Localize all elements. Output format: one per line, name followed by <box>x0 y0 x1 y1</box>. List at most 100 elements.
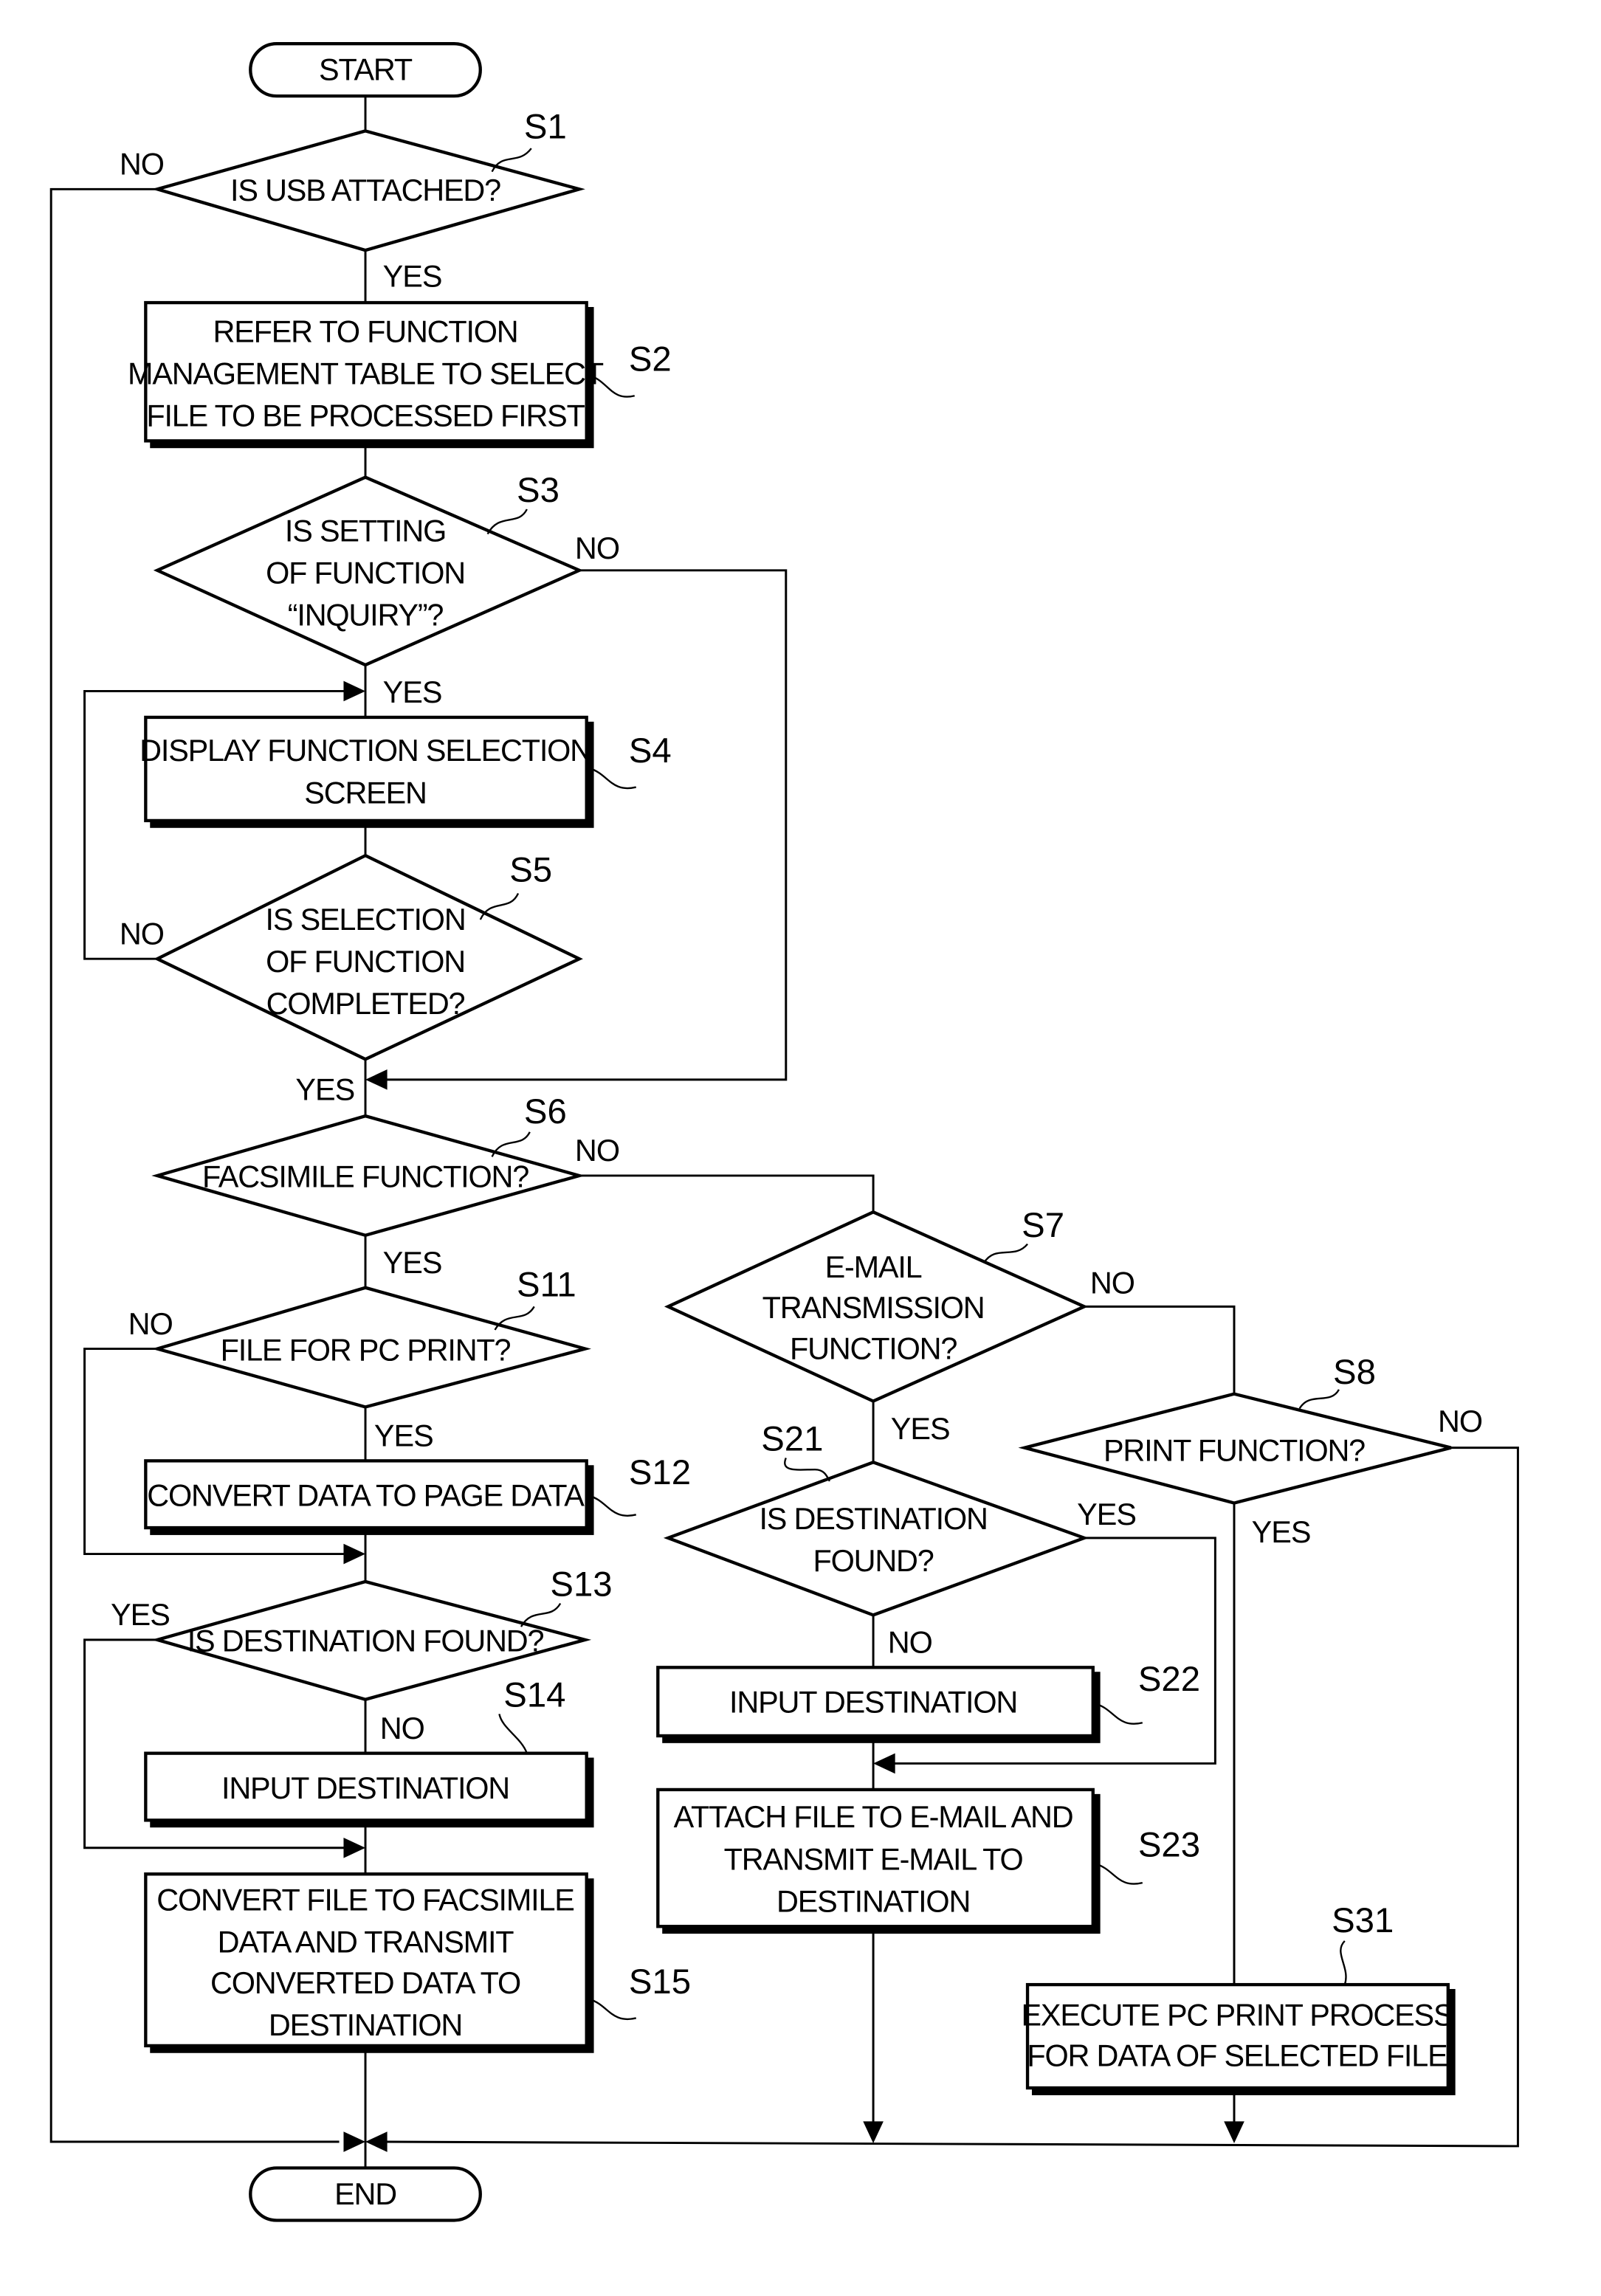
decision-text: TRANSMISSION <box>762 1291 985 1325</box>
decision-text: IS DESTINATION <box>759 1502 987 1536</box>
step-s31: EXECUTE PC PRINT PROCESS FOR DATA OF SEL… <box>1021 1982 1456 2095</box>
process-text: FOR DATA OF SELECTED FILE <box>1027 2039 1447 2073</box>
process-text: DESTINATION <box>777 1885 970 1919</box>
leader-line <box>1095 1863 1143 1885</box>
step-id-s5: S5 <box>509 851 552 890</box>
process-text: DATA AND TRANSMIT <box>218 1926 514 1959</box>
step-s4: DISPLAY FUNCTION SELECTION SCREEN <box>140 715 594 828</box>
step-id-s14: S14 <box>503 1676 565 1715</box>
step-s8: PRINT FUNCTION? <box>1018 1392 1452 1505</box>
process-text: SCREEN <box>304 776 426 810</box>
process-text: CONVERT FILE TO FACSIMILE <box>156 1883 574 1917</box>
branch-label-no: NO <box>575 531 619 565</box>
step-id-s3: S3 <box>517 471 560 510</box>
branch-label-no: NO <box>120 917 164 951</box>
step-id-s2: S2 <box>629 340 672 379</box>
leader-line <box>486 509 528 535</box>
step-id-s7: S7 <box>1022 1206 1064 1245</box>
process-text: ATTACH FILE TO E-MAIL AND <box>674 1800 1073 1834</box>
leader-line <box>498 1714 528 1754</box>
step-s21: IS DESTINATION FOUND? <box>663 1461 1089 1617</box>
end-terminal: END <box>249 2166 482 2222</box>
arrowhead <box>343 680 366 702</box>
decision-text: IS DESTINATION FOUND? <box>187 1624 544 1658</box>
branch-label-yes: YES <box>1252 1515 1311 1549</box>
branch-label-yes: YES <box>374 1419 433 1453</box>
step-s15: CONVERT FILE TO FACSIMILE DATA AND TRANS… <box>144 1872 594 2053</box>
step-s6: FACSIMILE FUNCTION? <box>151 1114 585 1238</box>
leader-line <box>589 1495 636 1517</box>
leader-line <box>1095 1703 1143 1725</box>
arrowhead <box>343 1837 366 1858</box>
step-s1: IS USB ATTACHED? <box>151 129 585 252</box>
flowchart: START END IS USB ATTACHED? IS SETTING OF… <box>49 41 1519 2222</box>
process-text: MANAGEMENT TABLE TO SELECT <box>128 356 604 390</box>
decision-text: E-MAIL <box>825 1250 922 1284</box>
step-id-s15: S15 <box>629 1962 691 2002</box>
leader-line <box>1298 1389 1340 1410</box>
step-s23: ATTACH FILE TO E-MAIL AND TRANSMIT E-MAI… <box>656 1787 1101 1934</box>
process-text: TRANSMIT E-MAIL TO <box>724 1842 1023 1876</box>
arrowhead <box>1224 2121 1244 2143</box>
branch-label-no: NO <box>575 1134 619 1168</box>
arrowhead <box>365 2131 388 2152</box>
leader-line <box>589 1998 636 2021</box>
branch-label-yes: YES <box>383 259 442 293</box>
branch-label-no: NO <box>888 1626 932 1660</box>
step-id-s21: S21 <box>761 1420 823 1459</box>
step-s14: INPUT DESTINATION <box>144 1751 594 1828</box>
step-id-s8: S8 <box>1333 1353 1376 1392</box>
step-s2: REFER TO FUNCTION MANAGEMENT TABLE TO SE… <box>128 300 605 449</box>
branch-label-yes: YES <box>891 1412 950 1446</box>
leader-line <box>589 767 636 790</box>
step-id-s22: S22 <box>1138 1660 1200 1699</box>
step-id-s13: S13 <box>550 1565 612 1604</box>
process-text: CONVERT DATA TO PAGE DATA <box>147 1478 585 1512</box>
process-text: EXECUTE PC PRINT PROCESS <box>1021 1998 1453 2032</box>
step-id-s23: S23 <box>1138 1826 1200 1865</box>
end-label: END <box>334 2177 396 2211</box>
process-text: DISPLAY FUNCTION SELECTION <box>140 734 591 768</box>
branch-label-yes: YES <box>383 675 442 709</box>
decision-text: FUNCTION? <box>790 1331 957 1365</box>
step-id-s11: S11 <box>517 1266 576 1305</box>
process-text: INPUT DESTINATION <box>221 1771 509 1805</box>
step-s22: INPUT DESTINATION <box>656 1666 1101 1743</box>
branch-label-yes: YES <box>295 1072 354 1106</box>
decision-text: IS SELECTION <box>266 903 466 937</box>
step-id-s6: S6 <box>524 1092 567 1131</box>
arrowhead <box>863 2121 884 2143</box>
leader-line <box>784 1457 830 1482</box>
decision-text: PRINT FUNCTION? <box>1104 1433 1365 1467</box>
decision-text: COMPLETED? <box>266 987 465 1021</box>
decision-text: FOUND? <box>813 1544 934 1578</box>
process-text: REFER TO FUNCTION <box>213 314 518 348</box>
branch-label-yes: YES <box>111 1598 170 1632</box>
branch-label-no: NO <box>1438 1404 1482 1438</box>
step-s12: CONVERT DATA TO PAGE DATA <box>144 1459 594 1535</box>
start-terminal: START <box>249 41 482 98</box>
decision-text: OF FUNCTION <box>266 945 465 979</box>
edge-s6-no <box>579 1174 875 1213</box>
decision-text: FILE FOR PC PRINT? <box>221 1333 511 1367</box>
process-text: CONVERTED DATA TO <box>210 1966 520 2000</box>
branch-label-no: NO <box>1090 1266 1135 1300</box>
decision-text: FACSIMILE FUNCTION? <box>202 1160 528 1194</box>
leader-line <box>1340 1940 1347 1985</box>
arrowhead <box>873 1753 895 1774</box>
decision-text: IS SETTING <box>285 514 446 548</box>
arrowhead <box>343 2131 366 2152</box>
step-s11: FILE FOR PC PRINT? <box>151 1286 591 1409</box>
arrowhead <box>365 1069 388 1090</box>
process-text: DESTINATION <box>269 2008 462 2042</box>
process-text: FILE TO BE PROCESSED FIRST <box>146 399 585 433</box>
start-label: START <box>319 52 413 86</box>
step-id-s31: S31 <box>1332 1901 1394 1940</box>
decision-diamond <box>663 1461 1089 1617</box>
decision-text: IS USB ATTACHED? <box>230 173 500 207</box>
branch-label-no: NO <box>380 1711 424 1745</box>
decision-text: “INQUIRY”? <box>288 599 444 632</box>
leader-line <box>982 1243 1028 1264</box>
branch-label-yes: YES <box>1077 1497 1136 1531</box>
process-text: INPUT DESTINATION <box>729 1685 1017 1719</box>
